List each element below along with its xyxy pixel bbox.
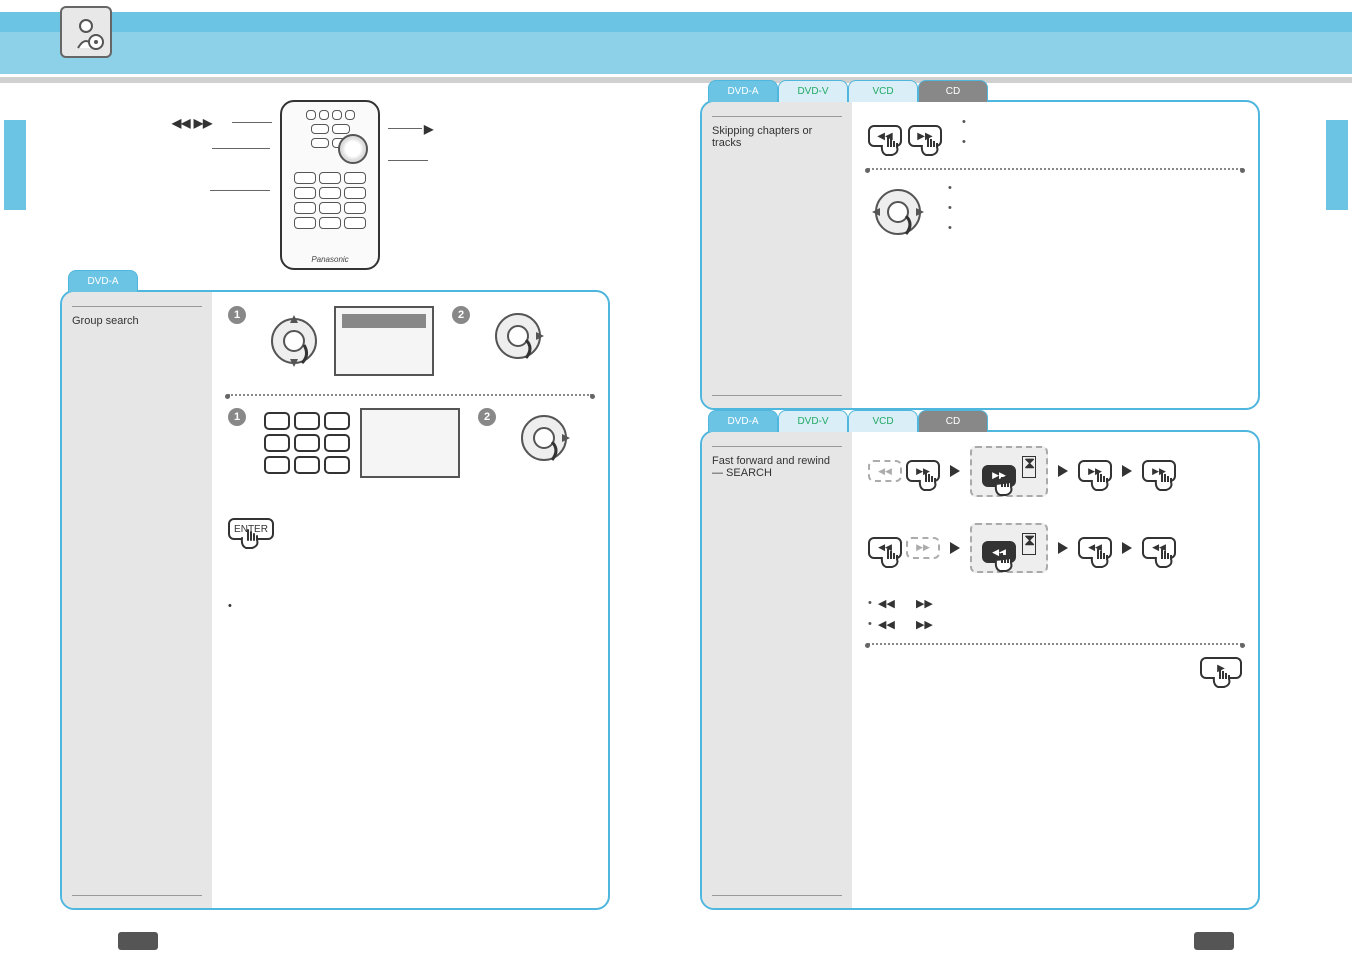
step-2b-badge: 2 bbox=[478, 408, 496, 426]
hourglass-icon-1 bbox=[1022, 456, 1036, 478]
panel-group-search: DVD-A Group search 1 bbox=[60, 290, 610, 910]
skip-next-button: ▶▶ bbox=[908, 125, 942, 147]
remote-keypad bbox=[294, 172, 366, 229]
lead-line-1 bbox=[232, 122, 272, 123]
header-bar bbox=[0, 12, 1352, 74]
ff-side-title: Fast forward and rewind — SEARCH bbox=[712, 455, 842, 479]
group-note-bullet: • bbox=[228, 600, 592, 612]
lead-line-2 bbox=[388, 128, 422, 129]
edge-tab-left bbox=[4, 120, 26, 210]
skip-bullet-4 bbox=[948, 202, 1242, 214]
mini-screen-1 bbox=[334, 306, 434, 376]
rw-ghost-next: ▶▶ bbox=[906, 537, 940, 559]
lead-line-3 bbox=[212, 148, 270, 149]
joystick-enter-icon-2 bbox=[514, 408, 574, 468]
skip-tab-4: CD bbox=[918, 80, 988, 102]
hand-press-icon bbox=[238, 526, 266, 557]
panel-group-side: Group search bbox=[62, 292, 212, 908]
panel-group-side-title: Group search bbox=[72, 315, 202, 327]
joystick-up-down-icon bbox=[264, 311, 324, 371]
page-number-left bbox=[118, 932, 158, 950]
enter-button-illustration: ENTER bbox=[228, 518, 274, 540]
skip-bullet-5 bbox=[948, 222, 1242, 234]
dotted-sep-1 bbox=[228, 394, 592, 396]
resume-play-button: ▶ bbox=[1200, 657, 1242, 679]
skip-side: Skipping chapters or tracks bbox=[702, 102, 852, 408]
lead-line-5 bbox=[210, 190, 270, 191]
skip-tab-1: DVD-A bbox=[708, 80, 778, 102]
skip-prev-button: ◀◀ bbox=[868, 125, 902, 147]
ff-forward-sequence: ◀◀ ▶▶ ▶▶ ▶▶ ▶▶ bbox=[868, 446, 1242, 497]
panel-group-main: 1 bbox=[212, 292, 608, 908]
ff-rewind-sequence: ◀◀ ▶▶ ◀◀ ◀◀ ◀◀ bbox=[868, 523, 1242, 574]
dotted-sep-ff bbox=[868, 643, 1242, 645]
header-bar-inner bbox=[0, 32, 1352, 74]
skip-side-title: Skipping chapters or tracks bbox=[712, 125, 842, 149]
ff-bullet-1: ◀◀ ▶▶ bbox=[868, 597, 1242, 610]
panel-ffrew: DVD-A DVD-V VCD CD Fast forward and rewi… bbox=[700, 430, 1260, 910]
skip-tab-3: VCD bbox=[848, 80, 918, 102]
header-divider bbox=[0, 77, 1352, 83]
skip-bullet-1 bbox=[962, 116, 1242, 128]
mini-screen-2 bbox=[360, 408, 460, 478]
skip-main: ◀◀ ▶▶ bbox=[852, 102, 1258, 408]
ff-tab-2: DVD-V bbox=[778, 410, 848, 432]
ff-ghost-prev: ◀◀ bbox=[868, 460, 902, 482]
play-glyph-label: ▶ bbox=[424, 122, 433, 136]
remote-brand-label: Panasonic bbox=[282, 255, 378, 264]
ff-tab-1: DVD-A bbox=[708, 410, 778, 432]
step-1-badge: 1 bbox=[228, 306, 246, 324]
joystick-left-right-icon bbox=[868, 182, 928, 242]
step-2-badge: 2 bbox=[452, 306, 470, 324]
ff-side: Fast forward and rewind — SEARCH bbox=[702, 432, 852, 908]
remote-joystick bbox=[338, 134, 368, 164]
ff-tab-4: CD bbox=[918, 410, 988, 432]
skip-bullet-3 bbox=[948, 182, 1242, 194]
dotted-sep-skip bbox=[868, 168, 1242, 170]
ff-bullet-2: ◀◀ ▶▶ bbox=[868, 618, 1242, 631]
page-number-right bbox=[1194, 932, 1234, 950]
tab-dvd-a: DVD-A bbox=[68, 270, 138, 292]
edge-tab-right bbox=[1326, 120, 1348, 210]
ff-main: ◀◀ ▶▶ ▶▶ ▶▶ ▶▶ ◀◀ ▶▶ ◀◀ bbox=[852, 432, 1258, 908]
lead-line-4 bbox=[388, 160, 428, 161]
hourglass-icon-2 bbox=[1022, 533, 1036, 555]
skip-tab-2: DVD-V bbox=[778, 80, 848, 102]
panel-skip: DVD-A DVD-V VCD CD Skipping chapters or … bbox=[700, 100, 1260, 410]
manual-icon bbox=[60, 6, 112, 58]
joystick-enter-icon bbox=[488, 306, 548, 366]
keypad-icon bbox=[264, 412, 350, 474]
remote-illustration: Panasonic bbox=[270, 100, 390, 280]
skip-bullet-2 bbox=[962, 136, 1242, 148]
step-1b-badge: 1 bbox=[228, 408, 246, 426]
prev-next-glyph-label: ◀◀ ▶▶ bbox=[172, 116, 212, 130]
ff-tab-3: VCD bbox=[848, 410, 918, 432]
